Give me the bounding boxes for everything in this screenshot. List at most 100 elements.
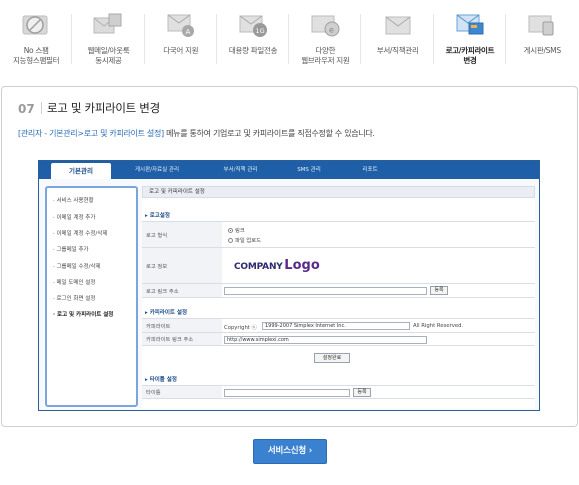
logo-info-label: 로고 정보 [142, 248, 222, 283]
section-description: [관리자 - 기본관리>로고 및 카피라이트 설정] 메뉴를 통하여 기업로고 … [18, 128, 375, 139]
title-label: 타이틀 [142, 386, 222, 398]
copyright-link-value: http://www.simplexi.com [224, 333, 535, 345]
radio-unselected-icon [228, 238, 233, 243]
logo-type-row: 로고 형식 링크 파일 업로드 [142, 221, 535, 247]
admin-screenshot: 기본관리 게시판/자료실 관리 부서/직책 관리 SMS 관리 리포트 · 서비스 사용… [38, 160, 540, 411]
admin-sidebar-item[interactable]: · 그룹메일 수정/삭제 [53, 262, 101, 270]
logo-info-row: 로고 정보 COMPANY Logo [142, 247, 535, 283]
feature-label: 로고/카피라이트 변경 [434, 46, 506, 66]
feature-item[interactable]: No 스팸 지능형스팸필터 [0, 0, 73, 82]
svg-text:e: e [329, 26, 334, 35]
admin-nav-tab[interactable]: 기본관리 [51, 163, 111, 179]
save-settings-button[interactable]: 설정완료 [314, 353, 350, 363]
feature-label-line: 로고/카피라이트 [445, 46, 495, 55]
description-menu-path: [관리자 - 기본관리>로고 및 카피라이트 설정] [18, 129, 164, 138]
feature-label-line: 게시판/SMS [523, 46, 561, 55]
company-logo: COMPANY Logo [234, 258, 320, 273]
admin-sidebar-item-label: 그룹메일 수정/삭제 [56, 264, 101, 270]
section-title: 로고 및 카피라이트 변경 [47, 101, 160, 115]
logo-type-options: 링크 파일 업로드 [224, 222, 535, 247]
admin-nav-tab[interactable]: 부서/직책 관리 [203, 161, 278, 179]
logo-link-row: 로고 링크 주소 등록 [142, 283, 535, 298]
admin-sidebar-item-label: 그룹메일 추가 [56, 247, 89, 253]
title-input[interactable] [224, 389, 350, 397]
copyright-suffix: All Right Reserved. [413, 323, 464, 329]
feature-label: 부서/직책관리 [361, 46, 433, 56]
admin-nav-tab[interactable]: 리포트 [340, 161, 400, 179]
logo-link-input[interactable] [224, 287, 427, 295]
admin-top-nav: 기본관리 게시판/자료실 관리 부서/직책 관리 SMS 관리 리포트 [39, 161, 539, 179]
title-value: 등록 [224, 386, 535, 398]
large-file-icon: 1G [236, 10, 270, 40]
admin-nav-tab[interactable]: 게시판/자료실 관리 [111, 161, 203, 179]
title-row: 타이틀 등록 [142, 385, 535, 399]
logo-copyright-icon [453, 10, 487, 40]
admin-sidebar-item[interactable]: · 메일 도메인 설정 [53, 278, 95, 286]
feature-label-line: 동시제공 [95, 56, 122, 65]
admin-sidebar: · 서비스 사용현황 · 이메일 계정 추가 · 이메일 계정 수정/삭제 · 그룹메… [45, 186, 138, 407]
feature-strip: No 스팸 지능형스팸필터 웹메일/아웃룩 동시제공 A 다국어 지원 1G 대용량 파일전송… [0, 0, 579, 82]
feature-item[interactable]: e 다양한 웹브라우저 지원 [289, 0, 362, 82]
logo-link-register-button[interactable]: 등록 [430, 286, 448, 295]
feature-item[interactable]: 웹메일/아웃룩 동시제공 [72, 0, 145, 82]
logo-info-value: COMPANY Logo [224, 248, 535, 283]
logo-section-heading: ▸ 로고설정 [145, 213, 170, 219]
admin-sidebar-item[interactable]: · 그룹메일 추가 [53, 245, 89, 253]
service-apply-button[interactable]: 서비스신청 › [253, 439, 327, 464]
copyright-section-heading: ▸ 카피라이트 설정 [145, 310, 188, 316]
admin-sidebar-item[interactable]: · 로고 및 카피라이트 설정 [53, 310, 113, 318]
feature-label-line: 부서/직책관리 [376, 46, 419, 55]
title-section-heading: ▸ 타이틀 설정 [145, 377, 177, 383]
logo-link-value: 등록 [224, 284, 535, 297]
svg-text:A: A [185, 28, 190, 36]
logo-logo-text: Logo [284, 258, 320, 273]
multilang-icon: A [164, 10, 198, 40]
admin-page-title: 로고 및 카피라이트 설정 [142, 186, 535, 198]
feature-label: 웹메일/아웃룩 동시제공 [72, 46, 144, 66]
feature-item[interactable]: 1G 대용량 파일전송 [217, 0, 290, 82]
feature-label: 다양한 웹브라우저 지원 [289, 46, 361, 66]
admin-sidebar-item[interactable]: · 이메일 계정 수정/삭제 [53, 229, 107, 237]
copyright-link-row: 카피라이트 링크 주소 http://www.simplexi.com [142, 332, 535, 346]
web-mail-icon [91, 10, 125, 40]
copyright-value: Copyright ⓒ 1999-2007 Simplex Internet I… [224, 319, 535, 332]
copyright-link-label: 카피라이트 링크 주소 [142, 333, 222, 345]
feature-label-line: 다국어 지원 [163, 46, 199, 55]
feature-item[interactable]: 게시판/SMS [506, 0, 578, 82]
feature-label-line: No 스팸 [23, 46, 49, 55]
copyright-input[interactable]: 1999-2007 Simplex Internet Inc. [262, 322, 410, 330]
admin-sidebar-item-label: 서비스 사용현황 [56, 198, 94, 204]
feature-label: 다국어 지원 [145, 46, 217, 56]
feature-label-line: 지능형스팸필터 [13, 56, 60, 65]
feature-item[interactable]: 부서/직책관리 [361, 0, 434, 82]
feature-label-line: 다양한 [315, 46, 336, 55]
admin-sidebar-item[interactable]: · 이메일 계정 추가 [53, 213, 95, 221]
section-divider [41, 102, 42, 114]
admin-sidebar-item[interactable]: · 로그인 화면 설정 [53, 294, 95, 302]
title-section-heading-text: 타이틀 설정 [149, 377, 177, 383]
admin-content: 로고 및 카피라이트 설정 ▸ 로고설정 로고 형식 링크 파일 업로드 로고 … [142, 186, 535, 408]
feature-label-line: 웹브라우저 지원 [301, 56, 350, 65]
feature-label-line: 대용량 파일전송 [228, 46, 278, 55]
logo-link-label: 로고 링크 주소 [142, 284, 222, 297]
copyright-row: 카피라이트 Copyright ⓒ 1999-2007 Simplex Inte… [142, 318, 535, 332]
admin-nav-tab[interactable]: SMS 관리 [278, 161, 340, 179]
account-icon [381, 10, 415, 40]
feature-label: 대용량 파일전송 [217, 46, 289, 56]
logo-company-text: COMPANY [234, 262, 283, 272]
feature-item[interactable]: 로고/카피라이트 변경 [434, 0, 507, 82]
radio-file-upload[interactable]: 파일 업로드 [228, 236, 261, 244]
radio-selected-icon [228, 228, 233, 233]
radio-link[interactable]: 링크 [228, 226, 245, 234]
no-spam-icon [19, 10, 53, 40]
title-register-button[interactable]: 등록 [353, 388, 371, 397]
description-text: 메뉴를 통하여 기업로고 및 카피라이트를 직접수정할 수 있습니다. [163, 129, 375, 138]
admin-sidebar-item[interactable]: · 서비스 사용현황 [53, 196, 94, 204]
feature-label: 게시판/SMS [506, 46, 578, 56]
copyright-link-input[interactable]: http://www.simplexi.com [224, 336, 427, 344]
radio-file-upload-label: 파일 업로드 [235, 238, 262, 244]
logo-type-label: 로고 형식 [142, 222, 222, 247]
feature-item[interactable]: A 다국어 지원 [145, 0, 217, 82]
copyright-label: 카피라이트 [142, 319, 222, 332]
